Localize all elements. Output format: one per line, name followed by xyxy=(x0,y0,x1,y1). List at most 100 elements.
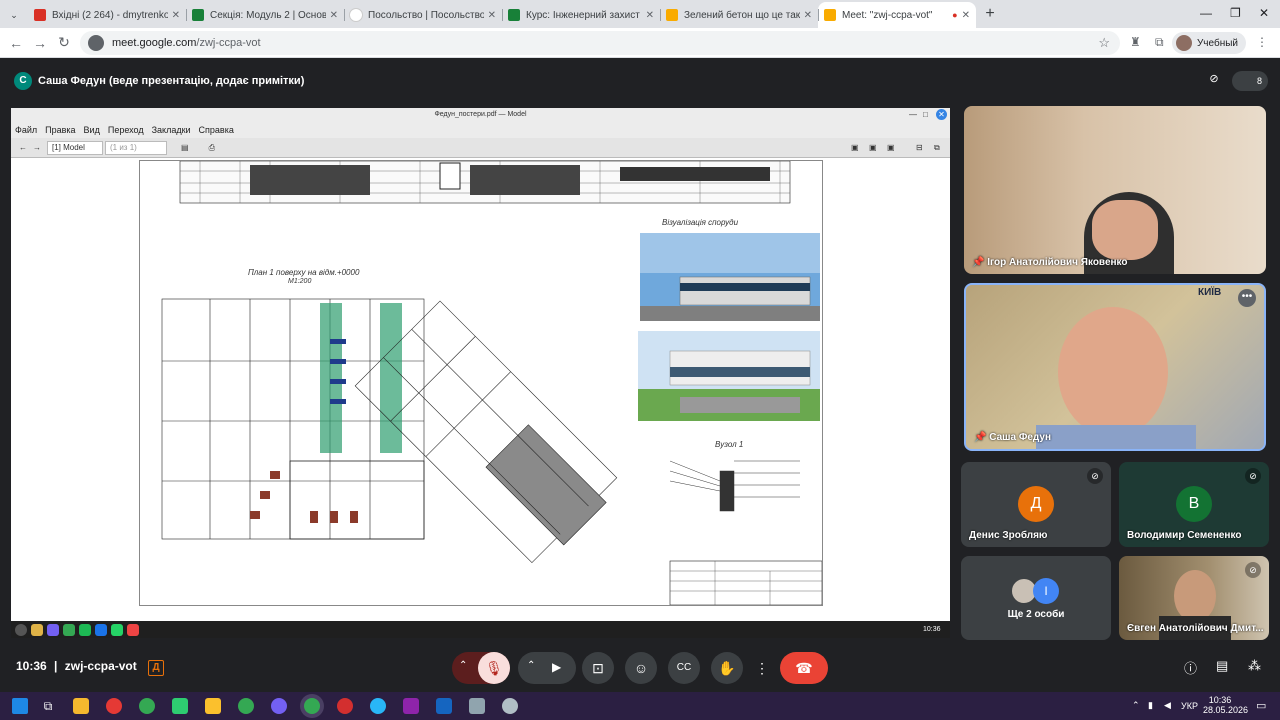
chevron-up-icon[interactable]: ⌃ xyxy=(459,660,467,671)
chrome-active-icon[interactable] xyxy=(304,698,320,714)
clock[interactable]: 10:36 28.05.2026 xyxy=(1203,695,1248,715)
notifications-icon[interactable]: ▭ xyxy=(1256,699,1266,712)
close-icon[interactable]: ✕ xyxy=(330,10,338,21)
participant-avatar: В xyxy=(1176,486,1212,522)
app-icon[interactable] xyxy=(403,698,419,714)
captions-button[interactable]: CC xyxy=(668,652,700,684)
browser-tab-active[interactable]: Meet: "zwj-ccpa-vot" ● ✕ xyxy=(818,2,976,28)
activities-icon[interactable]: ⁂ xyxy=(1248,658,1261,674)
app-icon[interactable] xyxy=(337,698,353,714)
participant-tile[interactable]: Д ⊘ Денис Зробляю xyxy=(961,462,1111,547)
meeting-info: 10:36 | zwj-ccpa-vot Д xyxy=(16,659,165,676)
view-mode-icon[interactable]: ▣ xyxy=(869,143,877,152)
browser-tab[interactable]: Посольство | Посольство Япо✕ xyxy=(344,2,502,28)
opera-icon[interactable] xyxy=(106,698,122,714)
more-participants-tile[interactable]: І Ще 2 особи xyxy=(961,556,1111,640)
app-icon[interactable] xyxy=(469,698,485,714)
extensions-puzzle-icon[interactable]: ⧉ xyxy=(1155,35,1164,50)
close-icon[interactable]: ✕ xyxy=(962,10,970,21)
menu-view[interactable]: Вид xyxy=(84,125,100,135)
minimize-icon[interactable]: — xyxy=(909,108,917,122)
menu-file[interactable]: Файл xyxy=(15,125,37,135)
tile-options-icon[interactable]: ••• xyxy=(1238,289,1256,307)
close-window-icon[interactable]: ✕ xyxy=(1259,6,1269,20)
network-icon[interactable]: ▮ xyxy=(1148,700,1153,711)
language-indicator[interactable]: УКР xyxy=(1181,701,1198,711)
participant-tile[interactable]: 📌 Ігор Анатолійович Яковенко xyxy=(964,106,1266,274)
hide-self-view-icon[interactable]: ⊘ xyxy=(1204,72,1224,90)
emoji-button[interactable]: ☺ xyxy=(625,652,657,684)
copy-icon[interactable]: ⧉ xyxy=(934,143,940,153)
page-input[interactable]: [1] Model xyxy=(47,140,103,155)
print-icon[interactable]: ⎙ xyxy=(209,143,215,153)
bookmark-star-icon[interactable]: ☆ xyxy=(1098,35,1110,51)
next-page-icon[interactable]: → xyxy=(33,143,41,152)
more-options-button[interactable]: ⋮ xyxy=(750,652,774,684)
new-tab-button[interactable]: + xyxy=(976,2,1004,28)
chrome-icon[interactable] xyxy=(238,698,254,714)
maximize-icon[interactable]: □ xyxy=(923,108,928,122)
menu-help[interactable]: Справка xyxy=(199,125,234,135)
telegram-icon[interactable] xyxy=(370,698,386,714)
tab-search-icon[interactable]: ⌄ xyxy=(0,2,28,28)
info-icon[interactable]: ⓘ xyxy=(1184,658,1197,677)
folder-icon xyxy=(31,623,43,636)
back-icon[interactable]: ← xyxy=(4,35,28,51)
zoom-icon[interactable]: ⊟ xyxy=(916,143,923,152)
app-icon[interactable] xyxy=(172,698,188,714)
view-mode-icon[interactable]: ▣ xyxy=(887,143,895,152)
host-controls-icon[interactable]: Д xyxy=(148,660,165,676)
mic-off-icon: ⊘ xyxy=(1245,562,1261,578)
leave-call-button[interactable]: ☎ xyxy=(780,652,828,684)
address-bar[interactable]: meet.google.com/zwj-ccpa-vot ☆ xyxy=(80,31,1120,55)
raise-hand-button[interactable]: ✋ xyxy=(711,652,743,684)
viber-icon[interactable] xyxy=(271,698,287,714)
close-icon[interactable]: ✕ xyxy=(172,10,180,21)
menu-edit[interactable]: Правка xyxy=(45,125,75,135)
extension-icon[interactable]: ♜ xyxy=(1130,35,1141,49)
present-button[interactable]: ⊡ xyxy=(582,652,614,684)
site-info-icon[interactable] xyxy=(88,35,104,51)
more-menu-icon[interactable]: ⋮ xyxy=(1256,35,1268,49)
word-icon[interactable] xyxy=(436,698,452,714)
menu-bookmarks[interactable]: Закладки xyxy=(152,125,191,135)
mic-off-button[interactable]: 🎙 xyxy=(478,652,510,684)
participant-tile-speaking[interactable]: КИЇВ ••• 📌 Саша Федун xyxy=(964,283,1266,451)
participants-button[interactable]: 8 xyxy=(1232,71,1268,91)
forward-icon[interactable]: → xyxy=(28,35,52,51)
explorer-icon[interactable] xyxy=(73,698,89,714)
reload-icon[interactable]: ↻ xyxy=(52,34,76,51)
mic-off-icon: ⊘ xyxy=(1087,468,1103,484)
task-view-icon[interactable]: ⧉ xyxy=(40,698,56,714)
browser-tab[interactable]: Зелений бетон що це таке - ч✕ xyxy=(660,2,818,28)
windows-start-icon[interactable] xyxy=(12,698,28,714)
close-icon[interactable]: ✕ xyxy=(804,10,812,21)
participant-tile[interactable]: ⊘ Євген Анатолійович Дмит... xyxy=(1119,556,1269,640)
prev-page-icon[interactable]: ← xyxy=(19,143,27,152)
plan-scale: М1:200 xyxy=(288,278,311,285)
tray-chevron-icon[interactable]: ⌃ xyxy=(1132,700,1140,711)
close-icon[interactable]: ✕ xyxy=(488,10,496,21)
chrome-icon[interactable] xyxy=(139,698,155,714)
chat-icon[interactable]: ▤ xyxy=(1216,658,1228,674)
close-icon[interactable]: ✕ xyxy=(936,109,947,120)
minimize-icon[interactable]: — xyxy=(1200,6,1212,20)
maximize-icon[interactable]: ❐ xyxy=(1230,6,1241,20)
sidebar-toggle-icon[interactable]: ▤ xyxy=(181,143,189,152)
participant-name: Володимир Семененко xyxy=(1127,530,1242,541)
app-icon[interactable] xyxy=(205,698,221,714)
page-count: (1 из 1) xyxy=(105,140,167,155)
view-mode-icon[interactable]: ▣ xyxy=(851,143,859,152)
volume-icon[interactable]: ◀ xyxy=(1164,700,1171,711)
app-icon[interactable] xyxy=(502,698,518,714)
camera-icon[interactable]: ▶ xyxy=(552,660,561,674)
document-area[interactable]: Візуалізація споруди План 1 поверху на в… xyxy=(11,158,950,621)
profile-chip[interactable]: Учебный xyxy=(1171,32,1246,54)
browser-tab[interactable]: Курс: Інженерний захист та пі✕ xyxy=(502,2,660,28)
chevron-up-icon[interactable]: ⌃ xyxy=(527,660,535,671)
menu-go[interactable]: Переход xyxy=(108,125,144,135)
browser-tab[interactable]: Вхідні (2 264) - dmytrenko_yev✕ xyxy=(28,2,186,28)
browser-tab[interactable]: Секція: Модуль 2 | Основи авт✕ xyxy=(186,2,344,28)
participant-tile[interactable]: В ⊘ Володимир Семененко xyxy=(1119,462,1269,547)
close-icon[interactable]: ✕ xyxy=(646,10,654,21)
